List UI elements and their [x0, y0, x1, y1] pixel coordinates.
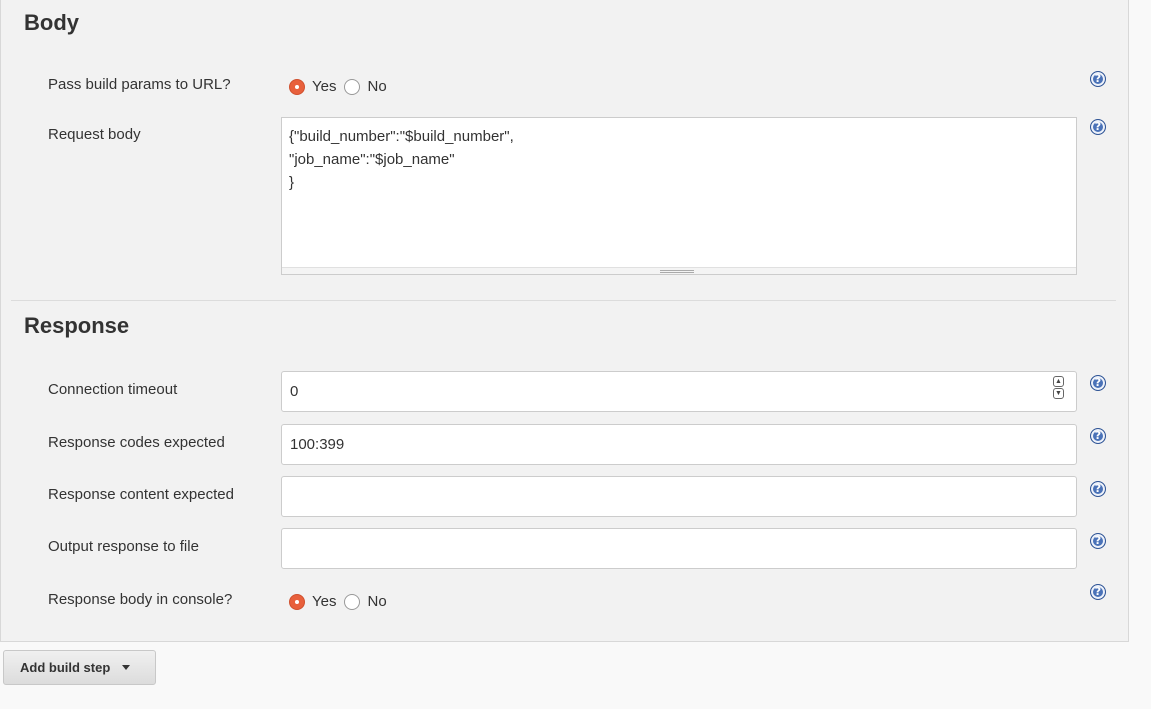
output-file-input[interactable]	[281, 528, 1077, 569]
pass-build-params-label: Pass build params to URL?	[48, 76, 231, 93]
add-build-step-label: Add build step	[20, 660, 111, 675]
pass-build-params-radio-group: Yes No	[289, 78, 395, 95]
help-icon[interactable]: ?	[1090, 428, 1106, 444]
console-no-radio[interactable]	[344, 593, 361, 610]
add-build-step-button[interactable]: Add build step	[3, 650, 156, 685]
console-yes-radio[interactable]	[289, 593, 305, 610]
request-body-textarea[interactable]: {"build_number":"$build_number", "job_na…	[281, 117, 1077, 275]
textarea-resize-handle[interactable]	[282, 267, 1076, 274]
pass-params-yes-label[interactable]: Yes	[312, 78, 336, 95]
help-icon[interactable]: ?	[1090, 481, 1106, 497]
help-icon[interactable]: ?	[1090, 71, 1106, 87]
chevron-down-icon[interactable]: ▼	[1053, 388, 1064, 399]
request-body-label: Request body	[48, 126, 141, 143]
pass-params-no-label[interactable]: No	[367, 78, 386, 95]
body-in-console-radio-group: Yes No	[289, 593, 395, 610]
help-icon[interactable]: ?	[1090, 375, 1106, 391]
number-spinner: ▲ ▼	[1053, 376, 1064, 407]
caret-down-icon	[122, 665, 131, 670]
response-section-title: Response	[24, 313, 130, 338]
build-step-panel: Body Pass build params to URL? Yes No ? …	[0, 0, 1129, 642]
grip-icon	[660, 270, 694, 273]
response-content-input[interactable]	[281, 476, 1077, 517]
body-in-console-label: Response body in console?	[48, 591, 233, 608]
chevron-up-icon[interactable]: ▲	[1053, 376, 1064, 387]
connection-timeout-value: 0	[290, 383, 299, 400]
response-codes-label: Response codes expected	[48, 434, 225, 451]
response-content-label: Response content expected	[48, 486, 234, 503]
connection-timeout-label: Connection timeout	[48, 381, 178, 398]
console-yes-label[interactable]: Yes	[312, 593, 336, 610]
output-file-label: Output response to file	[48, 538, 199, 555]
help-icon[interactable]: ?	[1090, 119, 1106, 135]
section-divider	[11, 300, 1116, 301]
connection-timeout-input[interactable]: 0 ▲ ▼	[281, 371, 1077, 412]
console-no-label[interactable]: No	[367, 593, 386, 610]
body-section-title: Body	[24, 10, 79, 35]
pass-params-no-radio[interactable]	[344, 78, 361, 95]
help-icon[interactable]: ?	[1090, 584, 1106, 600]
pass-params-yes-radio[interactable]	[289, 78, 305, 95]
help-icon[interactable]: ?	[1090, 533, 1106, 549]
response-codes-input[interactable]: 100:399	[281, 424, 1077, 465]
